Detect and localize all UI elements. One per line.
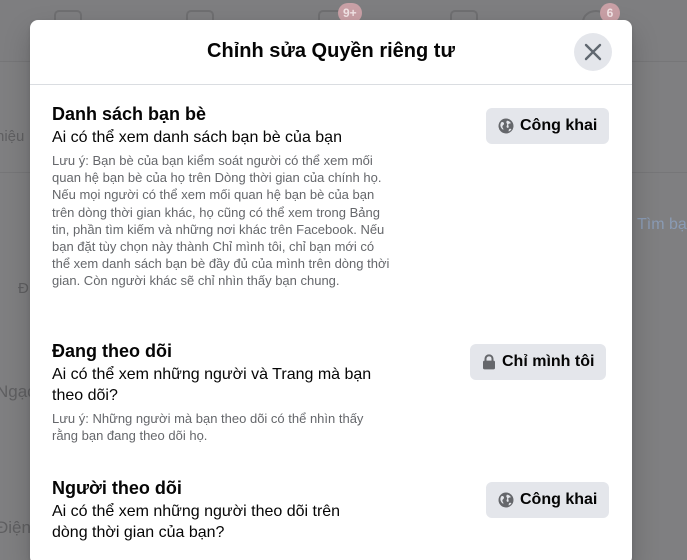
globe-icon (498, 118, 514, 134)
dialog-title: Chỉnh sửa Quyền riêng tư (207, 40, 455, 62)
audience-selector-following[interactable]: Chỉ mình tôi (470, 344, 607, 380)
section-title: Danh sách bạn bè (52, 104, 207, 124)
section-note: Lưu ý: Những người mà bạn theo dõi có th… (52, 411, 364, 444)
section-note: Lưu ý: Bạn bè của bạn kiểm soát người có… (52, 153, 390, 289)
close-button[interactable] (574, 33, 612, 71)
audience-label: Công khai (520, 117, 598, 134)
audience-selector-followers[interactable]: Công khai (486, 482, 610, 518)
friends-list-section: Danh sách bạn bè Ai có thể xem danh sách… (52, 103, 392, 290)
dialog-header: Chỉnh sửa Quyền riêng tư (30, 20, 632, 85)
section-question: Ai có thể xem những người và Trang mà bạ… (52, 366, 372, 404)
following-section: Đang theo dõi Ai có thể xem những người … (52, 340, 392, 444)
section-question: Ai có thể xem những người theo dõi trên … (52, 503, 341, 541)
audience-selector-friends-list[interactable]: Công khai (486, 108, 610, 144)
background-text-fragment: Điện (0, 518, 31, 537)
globe-icon (498, 492, 514, 508)
privacy-edit-dialog: Chỉnh sửa Quyền riêng tư Danh sách bạn b… (30, 20, 632, 560)
background-text-fragment: hiệu (0, 128, 25, 145)
audience-label: Công khai (520, 491, 598, 508)
lock-icon (482, 354, 496, 370)
audience-label: Chỉ mình tôi (502, 353, 595, 370)
followers-section: Người theo dõi Ai có thể xem những người… (52, 477, 392, 543)
background-find-friends-link: Tìm bạ (637, 216, 687, 233)
close-icon (584, 43, 602, 61)
background-text-fragment: Đ (18, 280, 29, 297)
section-title: Người theo dõi (52, 478, 182, 498)
section-title: Đang theo dõi (52, 341, 172, 361)
section-question: Ai có thể xem danh sách bạn bè của bạn (52, 129, 342, 146)
